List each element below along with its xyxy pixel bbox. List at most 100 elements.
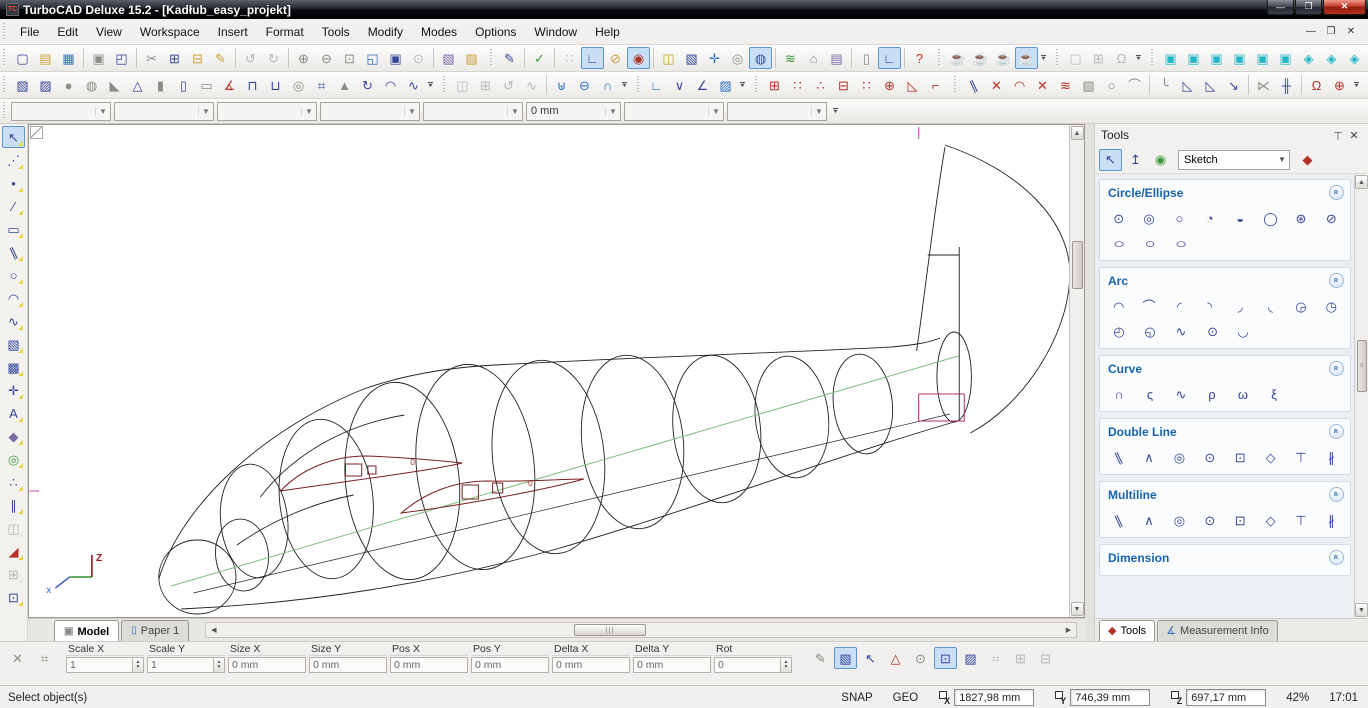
field-value[interactable]: 0 mm [552,657,630,673]
toolbar-grip[interactable] [938,49,943,67]
window-minimize-button[interactable]: — [1267,0,1294,15]
spline-icon[interactable]: ∿ [2,310,25,332]
panel-style-set-icon[interactable]: ◆ [1296,149,1319,171]
rotate-3d-icon[interactable]: ↻ [356,74,379,96]
solid-box-icon[interactable]: ▩ [2,356,25,378]
multiline-rectangle-icon[interactable]: ⊡ [1228,509,1253,531]
coordinate-value[interactable]: 1827,98 mm [954,689,1034,706]
menu-grip[interactable] [3,23,8,41]
arc-tan-to-line-icon[interactable]: ◞ [1228,295,1253,317]
layer-select[interactable]: ▼ [423,102,523,121]
polyline-icon[interactable]: ⋰ [2,149,25,171]
materials-icon[interactable]: ⌂ [802,47,825,69]
collapse-chevron-icon[interactable]: « [1329,487,1344,502]
toolbar-grip[interactable] [3,49,8,67]
edit-frame-mode-icon[interactable]: ▨ [959,647,982,669]
boolean-intersect-icon[interactable]: ∩ [596,74,619,96]
circle-tan-to-line-icon[interactable]: ◯ [1258,207,1283,229]
render-draft-icon[interactable]: ☕ [992,47,1015,69]
menu-help[interactable]: Help [586,21,629,43]
vertical-scroll-thumb[interactable] [1072,241,1083,289]
zoom-window-icon[interactable]: ⊡ [338,47,361,69]
arc-1-3-2-icon[interactable]: ◟ [1258,295,1283,317]
document-minimize-button[interactable]: — [1304,26,1318,37]
menu-tools[interactable]: Tools [313,21,359,43]
cube-3d-icon[interactable]: ▧ [680,47,703,69]
panel-tab-measurement-info[interactable]: ∡Measurement Info [1157,620,1278,641]
circular-array-icon[interactable]: ⊕ [878,74,901,96]
horizontal-scroll-thumb[interactable]: ||| [574,624,646,636]
ellipse-icon[interactable]: ○ [1106,232,1132,254]
zoom-extents-icon[interactable]: ◱ [361,47,384,69]
pick-arc-icon[interactable]: ⌒ [1123,74,1146,96]
break-icon[interactable]: ╫ [1275,74,1298,96]
multiline-polyline-icon[interactable]: ∧ [1136,509,1161,531]
sketch-mode-select[interactable]: Sketch▼ [1178,150,1290,170]
fit-array-copy-icon[interactable]: ∷ [855,74,878,96]
coordinate-axes-icon[interactable]: ∟ [581,47,604,69]
close-panel-icon[interactable]: ✕ [1346,129,1362,142]
canvas-horizontal-scrollbar[interactable]: ◀ ||| ▶ [205,622,1077,638]
workplane-by-angle-icon[interactable]: ∠ [691,74,714,96]
toolbar-overflow-icon[interactable] [1351,74,1362,96]
line-icon[interactable]: ∕ [2,195,25,217]
toolbar-overflow-icon[interactable] [830,100,841,122]
menu-format[interactable]: Format [257,21,313,43]
rotated-elliptical-arc-icon[interactable]: ⊙ [1199,320,1225,342]
wedge-icon[interactable]: ◣ [103,74,126,96]
toolbar-overflow-icon[interactable] [1133,47,1144,69]
split-icon[interactable]: ⋉ [1252,74,1275,96]
curve-sketch-icon[interactable]: ξ [1261,383,1287,405]
help-book-icon[interactable]: ? [908,47,931,69]
vector-copy-icon[interactable]: ◺ [901,74,924,96]
menu-edit[interactable]: Edit [48,21,87,43]
snap-vertex-icon[interactable]: ∴ [2,471,25,493]
toolbar-grip[interactable] [1151,49,1156,67]
arc-tan-from-arc-icon[interactable]: ◴ [1106,320,1132,342]
toolbar-overflow-icon[interactable] [1038,47,1049,69]
double-line-parallel-icon[interactable]: ∦ [1319,446,1344,468]
collapse-chevron-icon[interactable]: « [1329,550,1344,565]
circle-icon[interactable]: ○ [2,264,25,286]
rendered-sphere-icon[interactable]: ◍ [80,74,103,96]
print-preview-icon[interactable]: ◰ [110,47,133,69]
boolean-subtract-icon[interactable]: ⊖ [573,74,596,96]
panel-tab-tools[interactable]: ◆Tools [1099,620,1155,641]
pen-width-select[interactable]: ▼ [114,102,214,121]
box-3d-icon[interactable]: ▧ [2,333,25,355]
perpendicular-line-icon[interactable]: ✕ [1031,74,1054,96]
field-value[interactable]: 0 [714,657,781,673]
crop-view-icon[interactable]: ▧ [1077,74,1100,96]
view-left-icon[interactable]: ▣ [1205,47,1228,69]
circle-center-point-icon[interactable]: ⊙ [1106,207,1131,229]
workplane-by-axes-icon[interactable]: ∟ [645,74,668,96]
select-3d-mode-icon[interactable]: ▧ [834,647,857,669]
menu-window[interactable]: Window [525,21,586,43]
curve-fit-icon[interactable]: ∿ [1168,383,1194,405]
collapse-chevron-icon[interactable]: « [1329,361,1344,376]
circle-tan-to-arc-icon[interactable]: ◒ [1228,207,1253,229]
document-restore-button[interactable]: ❐ [1324,26,1338,37]
arc-1-2-3-icon[interactable]: ◶ [1288,295,1313,317]
circle-tan-from-line-icon[interactable]: ⊘ [1319,207,1344,229]
explode-icon[interactable]: ⊕ [1328,74,1351,96]
mesh-icon[interactable]: ⌗ [310,74,333,96]
cone-icon[interactable]: ▲ [333,74,356,96]
render-wireframe-icon[interactable]: ☕ [946,47,969,69]
toolbar-grip[interactable] [3,76,8,94]
multiline-rotated-rectangle-icon[interactable]: ◇ [1258,509,1283,531]
toolbar-grip[interactable] [954,76,959,94]
field-value[interactable]: 0 mm [390,657,468,673]
canvas-vertical-scrollbar[interactable]: ▲ ▼ [1069,125,1084,617]
field-value[interactable]: 0 mm [309,657,387,673]
pin-icon[interactable]: ⊥ [1330,129,1346,142]
panel-scroll-up-icon[interactable]: ▲ [1355,175,1368,189]
array-copy-icon[interactable]: ∷ [786,74,809,96]
menu-modify[interactable]: Modify [359,21,412,43]
copy-entities-icon[interactable]: ⊞ [763,74,786,96]
prism-icon[interactable]: △ [126,74,149,96]
circle-tan-3-entities-icon[interactable]: ⊛ [1288,207,1313,229]
multiline-parallel-icon[interactable]: ∦ [1319,509,1344,531]
pen-pattern-select[interactable]: ▼ [217,102,317,121]
boolean-add-icon[interactable]: ⊎ [550,74,573,96]
